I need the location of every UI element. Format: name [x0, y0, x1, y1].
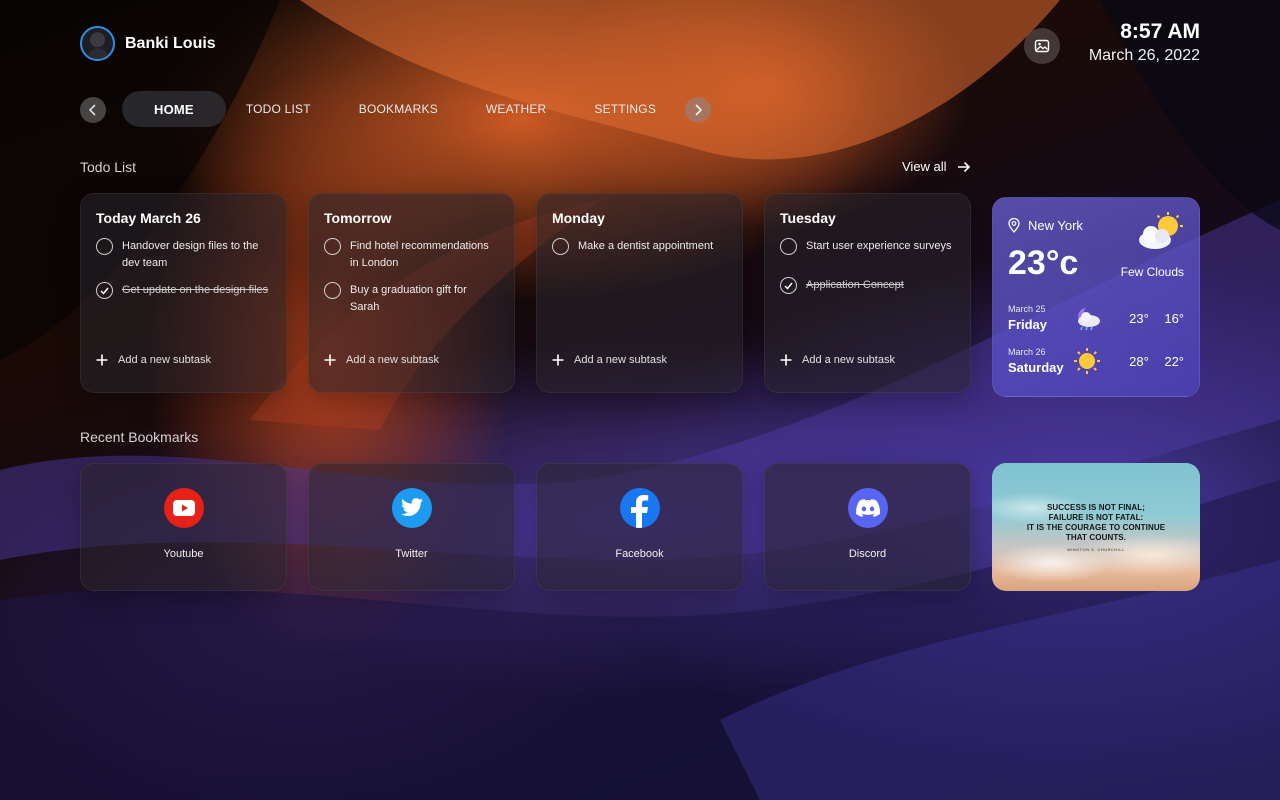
todo-checkbox-checked[interactable]: [96, 282, 113, 299]
bookmark-youtube[interactable]: Youtube: [80, 463, 287, 591]
user-profile[interactable]: Banki Louis: [80, 26, 216, 61]
nav-prev-button[interactable]: [80, 97, 106, 123]
quote-widget[interactable]: SUCCESS IS NOT FINAL; FAILURE IS NOT FAT…: [992, 463, 1200, 591]
forecast-low: 22°: [1164, 353, 1185, 369]
todo-checkbox[interactable]: [96, 238, 113, 255]
bookmark-facebook[interactable]: Facebook: [536, 463, 743, 591]
todo-item-text: Make a dentist appointment: [578, 240, 714, 252]
todo-card-monday: Monday Make a dentist appointment Add a …: [536, 193, 743, 393]
moon-rain-icon: [1069, 305, 1104, 331]
tab-settings[interactable]: SETTINGS: [570, 91, 680, 127]
todo-card-title: Tuesday: [780, 210, 836, 226]
bookmark-label: Twitter: [395, 548, 428, 560]
tab-bookmarks[interactable]: BOOKMARKS: [331, 91, 462, 127]
todo-item: Handover design files to the dev team: [96, 238, 271, 272]
sun-cloud-icon: [1135, 212, 1185, 255]
weather-condition: Few Clouds: [1120, 265, 1184, 279]
add-subtask-button[interactable]: Add a new subtask: [324, 354, 439, 366]
todo-item-text: Application Concept: [806, 279, 904, 291]
forecast-day: Friday: [1008, 317, 1048, 332]
todo-item-text: Handover design files to the dev team: [122, 240, 259, 269]
nav-tabs: HOME TODO LIST BOOKMARKS WEATHER SETTING…: [122, 91, 680, 127]
weather-widget[interactable]: New York 23°c Few Clouds March 25 Friday: [992, 197, 1200, 397]
add-subtask-label: Add a new subtask: [574, 354, 667, 366]
todo-item: Application Concept: [780, 277, 955, 294]
todo-card-tuesday: Tuesday Start user experience surveys Ap…: [764, 193, 971, 393]
bookmarks-section-title: Recent Bookmarks: [80, 429, 199, 445]
todo-card-title: Monday: [552, 210, 605, 226]
plus-icon: [96, 354, 108, 366]
nav-next-button[interactable]: [685, 97, 711, 123]
bookmark-label: Discord: [848, 548, 887, 560]
chevron-left-icon: [88, 104, 96, 116]
weather-temperature: 23°c: [1008, 244, 1079, 282]
add-subtask-button[interactable]: Add a new subtask: [552, 354, 667, 366]
forecast-low: 16°: [1164, 310, 1185, 326]
facebook-icon: [619, 488, 660, 528]
tab-todo-list[interactable]: TODO LIST: [226, 91, 331, 127]
image-icon: [1034, 39, 1050, 53]
bookmark-label: Youtube: [163, 548, 204, 560]
change-wallpaper-button[interactable]: [1024, 28, 1060, 64]
todo-item-text: Buy a graduation gift for Sarah: [350, 284, 467, 313]
tab-weather[interactable]: WEATHER: [462, 91, 571, 127]
check-icon: [100, 287, 109, 295]
quote-author: WINSTON S. CHURCHILL: [1067, 546, 1125, 552]
todo-item-text: Get update on the design files: [122, 284, 269, 296]
todo-item-text: Start user experience surveys: [806, 240, 952, 252]
check-icon: [784, 282, 793, 290]
todo-item: Buy a graduation gift for Sarah: [324, 282, 499, 316]
view-all-link[interactable]: View all: [902, 159, 971, 174]
todo-checkbox[interactable]: [324, 238, 341, 255]
add-subtask-label: Add a new subtask: [118, 354, 211, 366]
forecast-day: Saturday: [1008, 360, 1064, 375]
arrow-right-icon: [957, 161, 970, 172]
avatar[interactable]: [80, 26, 115, 61]
twitter-icon: [391, 488, 432, 528]
discord-icon: [847, 488, 888, 528]
chevron-right-icon: [695, 104, 703, 116]
add-subtask-button[interactable]: Add a new subtask: [780, 354, 895, 366]
todo-card-tomorrow: Tomorrow Find hotel recommendations in L…: [308, 193, 515, 393]
tab-home[interactable]: HOME: [122, 91, 226, 127]
todo-checkbox[interactable]: [324, 282, 341, 299]
todo-item: Start user experience surveys: [780, 238, 955, 255]
todo-checkbox[interactable]: [552, 238, 569, 255]
forecast-date: March 25: [1008, 304, 1046, 314]
bookmark-twitter[interactable]: Twitter: [308, 463, 515, 591]
todo-card-title: Tomorrow: [324, 210, 392, 226]
clock-date: March 26, 2022: [1088, 47, 1200, 64]
todo-section-title: Todo List: [80, 159, 137, 175]
todo-item: Find hotel recommendations in London: [324, 238, 499, 272]
quote-text: SUCCESS IS NOT FINAL; FAILURE IS NOT FAT…: [1026, 502, 1166, 542]
forecast-high: 28°: [1129, 353, 1149, 369]
youtube-icon: [163, 488, 204, 528]
plus-icon: [780, 354, 792, 366]
view-all-label: View all: [902, 159, 947, 174]
forecast-row: March 26 Saturday 28° 22°: [1008, 347, 1184, 375]
bookmark-discord[interactable]: Discord: [764, 463, 971, 591]
add-subtask-label: Add a new subtask: [802, 354, 895, 366]
todo-item-text: Find hotel recommendations in London: [350, 240, 489, 269]
sun-icon: [1069, 347, 1104, 375]
clock-time: 8:57 AM: [1120, 20, 1200, 43]
location-pin-icon: [1008, 218, 1020, 233]
todo-item: Get update on the design files: [96, 282, 271, 299]
plus-icon: [552, 354, 564, 366]
add-subtask-label: Add a new subtask: [346, 354, 439, 366]
todo-checkbox-checked[interactable]: [780, 277, 797, 294]
forecast-high: 23°: [1129, 310, 1149, 326]
todo-card-title: Today March 26: [96, 210, 201, 226]
forecast-date: March 26: [1008, 347, 1046, 357]
todo-item: Make a dentist appointment: [552, 238, 727, 255]
plus-icon: [324, 354, 336, 366]
bookmark-label: Facebook: [615, 548, 664, 560]
todo-card-today: Today March 26 Handover design files to …: [80, 193, 287, 393]
forecast-row: March 25 Friday 23° 16°: [1008, 304, 1184, 332]
todo-checkbox[interactable]: [780, 238, 797, 255]
weather-location-name: New York: [1028, 218, 1083, 233]
clock: 8:57 AM March 26, 2022: [1089, 20, 1200, 65]
add-subtask-button[interactable]: Add a new subtask: [96, 354, 211, 366]
user-name: Banki Louis: [125, 34, 216, 52]
